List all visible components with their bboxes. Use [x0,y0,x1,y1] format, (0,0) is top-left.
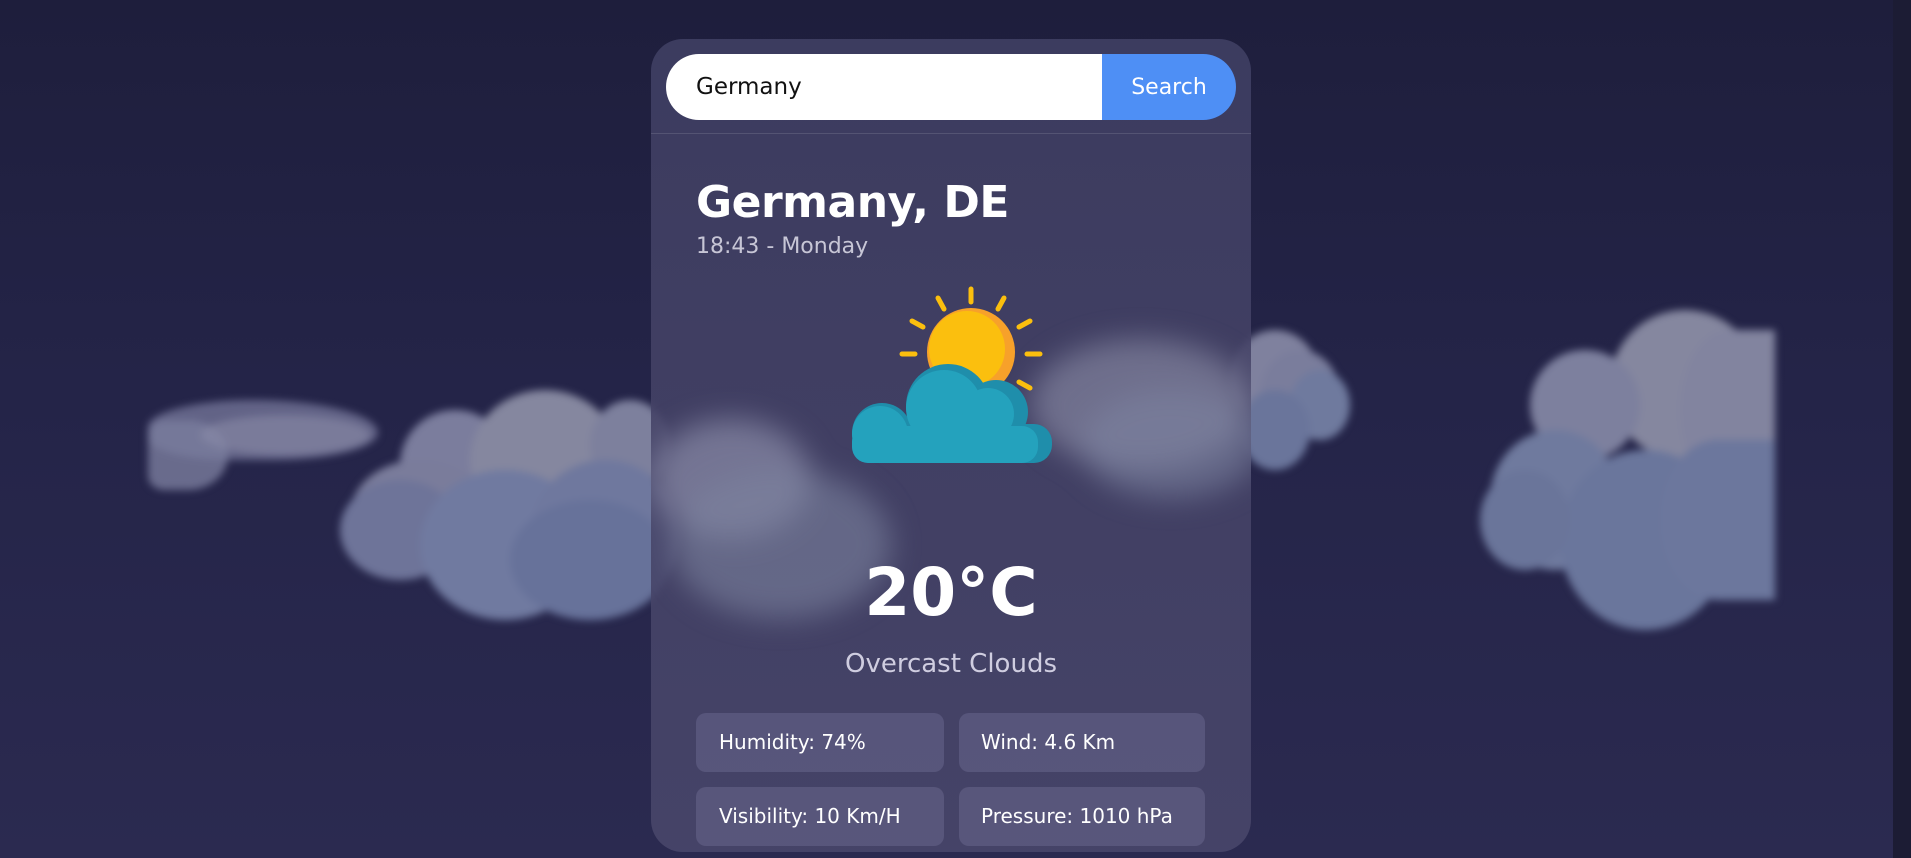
location-title: Germany, DE [696,177,1009,228]
wind-stat: Wind: 4.6 Km [959,713,1205,772]
search-bar: Search [666,54,1236,120]
weather-card: Search Germany, DE 18:43 - Monday [651,39,1251,852]
weather-condition: Overcast Clouds [844,649,1057,679]
divider [651,133,1251,134]
search-input[interactable] [666,54,1102,120]
date-time: 18:43 - Monday [696,234,869,259]
pressure-stat: Pressure: 1010 hPa [959,787,1205,846]
search-button[interactable]: Search [1102,54,1236,120]
visibility-stat: Visibility: 10 Km/H [696,787,944,846]
temperature: 20°C [864,554,1038,631]
humidity-stat: Humidity: 74% [696,713,944,772]
partly-cloudy-icon [852,286,1052,463]
